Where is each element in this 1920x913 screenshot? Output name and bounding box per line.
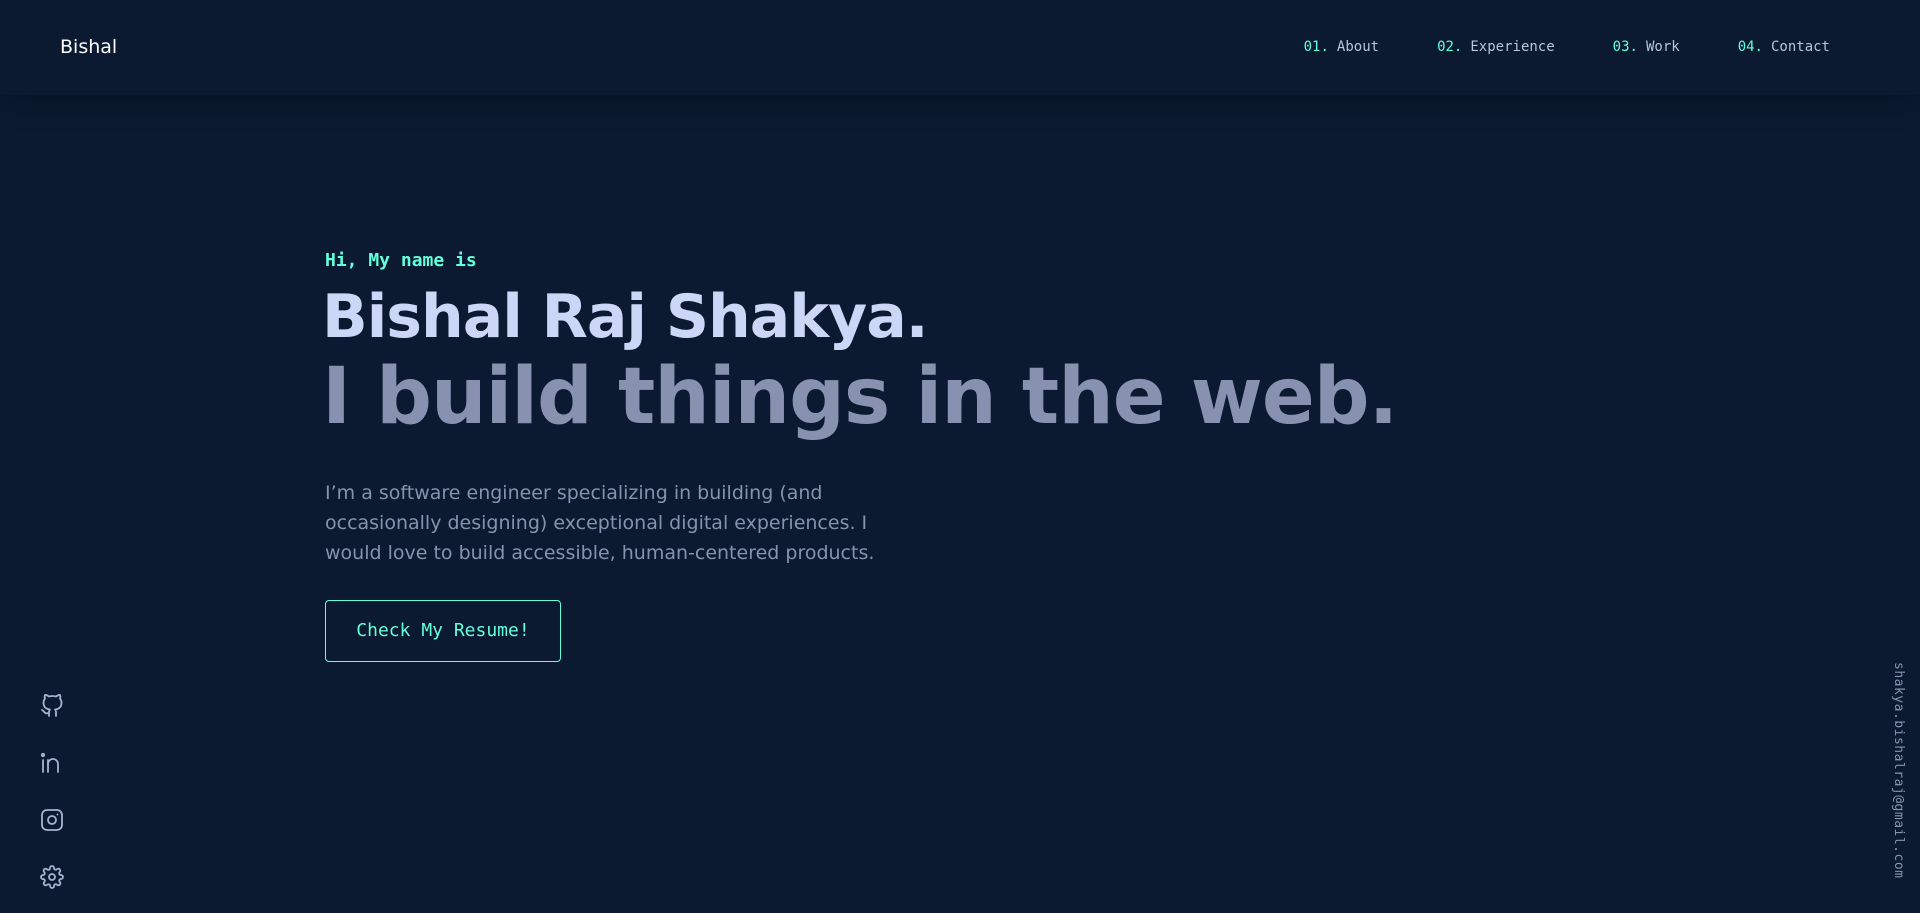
linkedin-icon xyxy=(40,752,59,773)
github-icon xyxy=(41,694,63,717)
instagram-link[interactable] xyxy=(40,808,64,832)
hero-tagline: I build things in the web. xyxy=(322,352,1398,442)
hero-section: Hi, My name is Bishal Raj Shakya. I buil… xyxy=(322,250,1398,662)
settings-link[interactable] xyxy=(40,865,64,889)
logo-link[interactable]: Bishal xyxy=(60,36,117,58)
nav-item-work[interactable]: 03. Work xyxy=(1613,38,1680,56)
linkedin-link[interactable] xyxy=(40,751,64,775)
nav-label: Experience xyxy=(1470,39,1555,55)
nav-item-about[interactable]: 01. About xyxy=(1304,38,1379,56)
social-links xyxy=(40,694,64,889)
hero-name: Bishal Raj Shakya. xyxy=(322,282,929,352)
instagram-icon xyxy=(41,809,63,831)
nav-number: 03. xyxy=(1612,39,1638,55)
hero-intro: I’m a software engineer specializing in … xyxy=(325,482,875,564)
nav-item-experience[interactable]: 02. Experience xyxy=(1437,38,1555,56)
hero-greeting: Hi, My name is xyxy=(325,250,477,271)
nav-label: About xyxy=(1336,39,1380,55)
email-sidebar: shakya.bishalraj@gmail.com xyxy=(1888,662,1908,902)
top-navbar: Bishal 01. About 02. Experience 03. Work 04… xyxy=(0,0,1920,95)
nav-label: Contact xyxy=(1770,39,1830,55)
main-nav: 01. About 02. Experience 03. Work 04. Contac… xyxy=(1304,38,1830,56)
email-link[interactable]: shakya.bishalraj@gmail.com xyxy=(1888,662,1908,879)
gear-icon xyxy=(40,865,64,889)
nav-item-contact[interactable]: 04. Contact xyxy=(1738,38,1830,56)
github-link[interactable] xyxy=(40,694,64,718)
nav-number: 02. xyxy=(1437,39,1463,55)
nav-label: Work xyxy=(1645,39,1680,55)
resume-button[interactable]: Check My Resume! xyxy=(325,600,561,662)
nav-number: 04. xyxy=(1737,39,1763,55)
nav-number: 01. xyxy=(1303,39,1329,55)
